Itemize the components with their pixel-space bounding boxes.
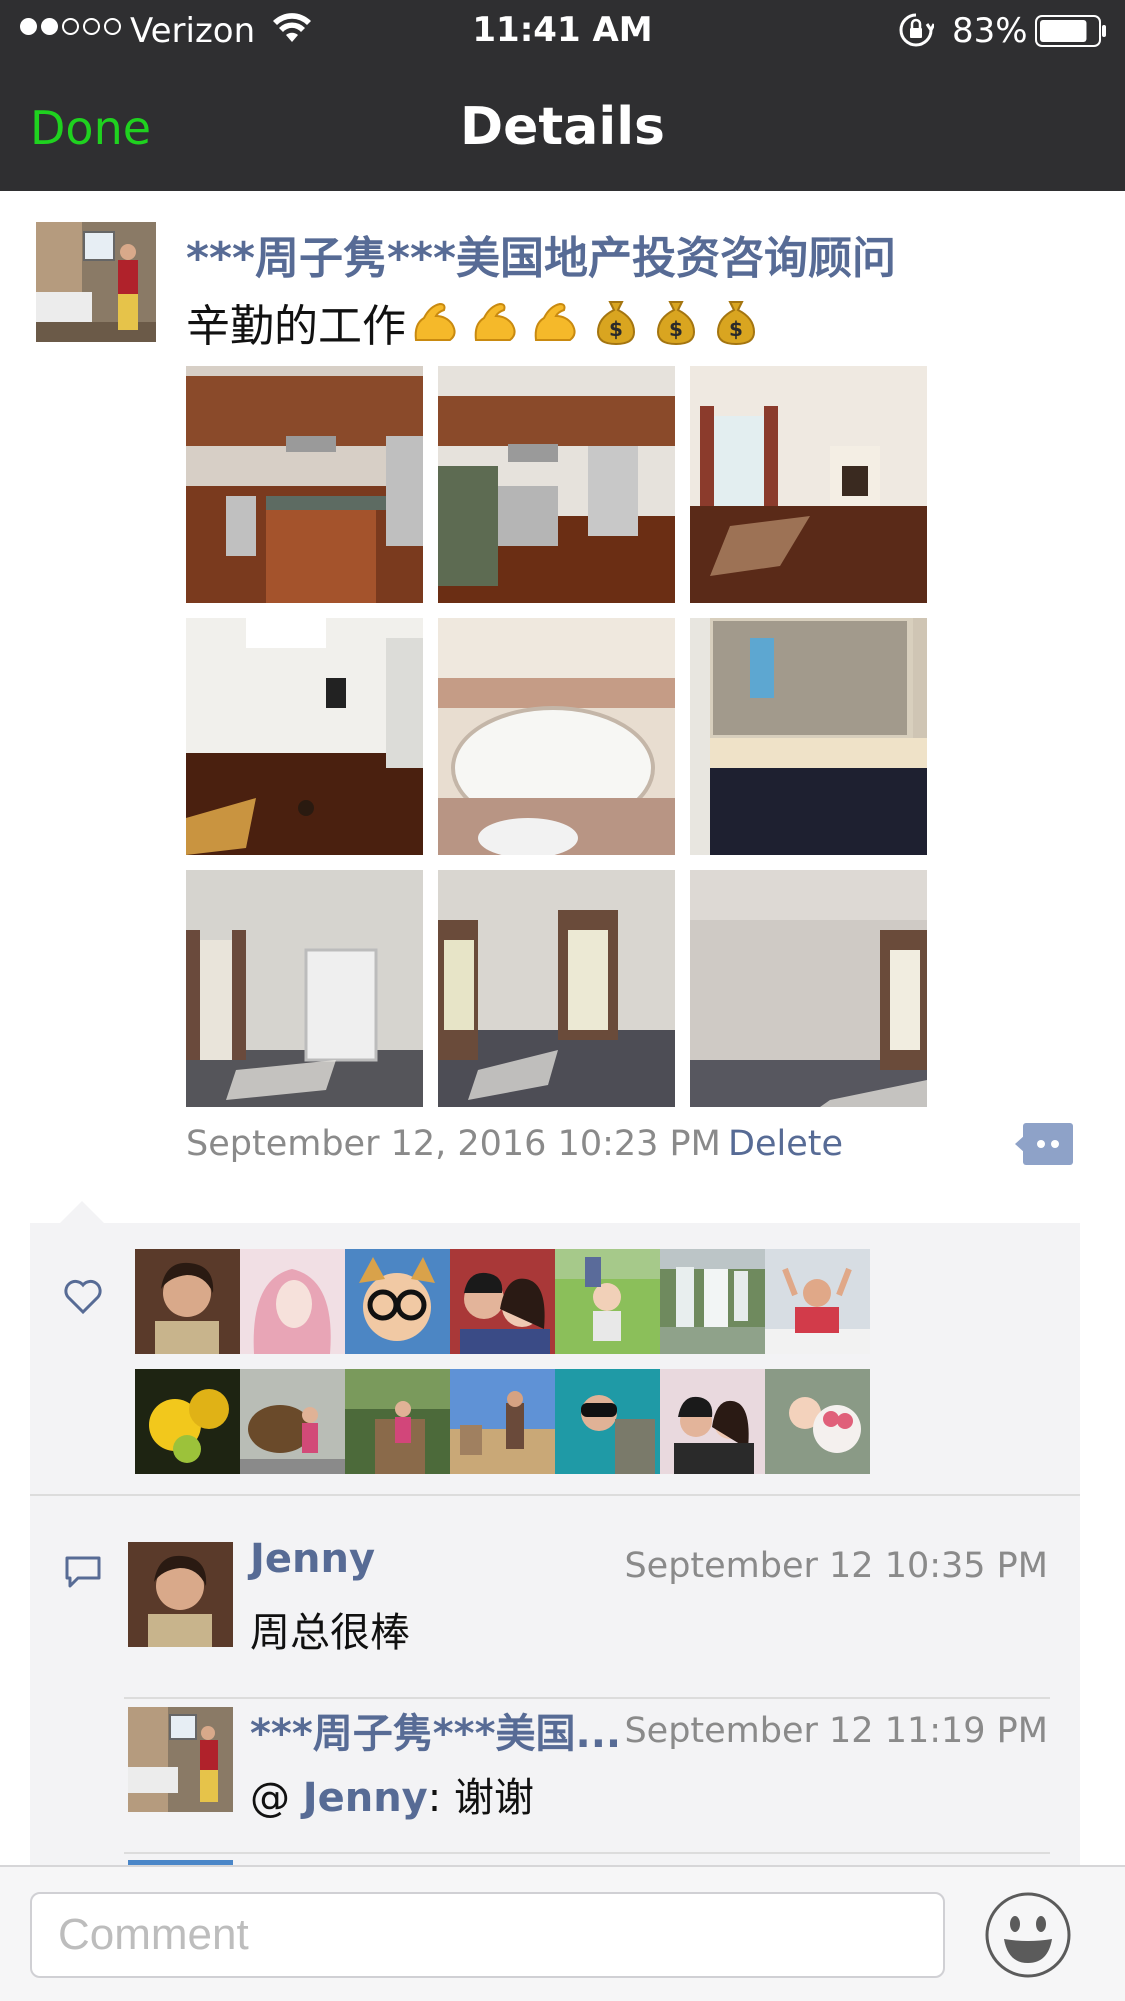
post-photo-bedroom-closet[interactable] <box>186 870 423 1107</box>
comment-icon <box>65 1556 101 1588</box>
navigation-bar: Done Details <box>0 63 1125 191</box>
comment-timestamp: September 12 11:19 PM <box>624 1711 1048 1751</box>
post-photo-bathtub[interactable] <box>438 618 675 855</box>
post-photo-bathroom-vanity[interactable] <box>690 618 927 855</box>
comment-timestamp: September 12 10:35 PM <box>624 1546 1048 1586</box>
comment-text: 周总很棒 <box>250 1610 410 1656</box>
likes-avatar-grid <box>135 1249 870 1489</box>
post-timestamp: September 12, 2016 10:23 PM <box>186 1124 721 1164</box>
like-avatar[interactable] <box>660 1369 765 1474</box>
money-bag-icon: $ <box>596 301 636 346</box>
like-avatar[interactable] <box>660 1249 765 1354</box>
svg-text:$: $ <box>609 317 623 341</box>
post-text: 辛勤的工作 $ $ $ <box>186 290 762 354</box>
delete-button[interactable]: Delete <box>728 1124 843 1164</box>
like-avatar[interactable] <box>240 1369 345 1474</box>
panel-pointer <box>60 1201 104 1223</box>
reply-text: : 谢谢 <box>427 1775 534 1821</box>
more-actions-icon[interactable] <box>1015 1121 1073 1167</box>
money-bag-icon: $ <box>656 301 696 346</box>
reply-mention[interactable]: Jenny <box>303 1775 428 1821</box>
flexed-biceps-icon <box>534 302 576 341</box>
post-emoji-row: $ $ $ <box>410 296 762 348</box>
post-photo-bedroom-empty[interactable] <box>690 870 927 1107</box>
battery-icon <box>1035 15 1106 47</box>
like-avatar[interactable] <box>135 1369 240 1474</box>
money-bag-icon: $ <box>716 301 756 346</box>
comment-input-bar <box>0 1865 1125 2001</box>
page-title: Details <box>460 97 665 157</box>
like-avatar[interactable] <box>345 1369 450 1474</box>
svg-text:$: $ <box>669 317 683 341</box>
post-photo-kitchen-2[interactable] <box>438 366 675 603</box>
comment-input[interactable] <box>30 1892 945 1978</box>
status-bar: Verizon 11:41 AM 83% <box>0 0 1125 63</box>
comment-divider <box>124 1852 1050 1854</box>
post-photo-grid <box>186 366 928 1107</box>
flexed-biceps-icon <box>414 302 456 341</box>
post-photo-living-room-fireplace[interactable] <box>690 366 927 603</box>
post-photo-dining-room[interactable] <box>186 618 423 855</box>
post-author-avatar[interactable] <box>36 222 156 342</box>
battery-percentage: 83% <box>952 11 1028 51</box>
like-avatar[interactable] <box>450 1369 555 1474</box>
comment-divider <box>124 1697 1050 1699</box>
svg-text:$: $ <box>729 317 743 341</box>
like-avatar[interactable] <box>240 1249 345 1354</box>
like-avatar[interactable] <box>555 1249 660 1354</box>
comment-text: @ Jenny: 谢谢 <box>250 1765 534 1823</box>
post-photo-kitchen-1[interactable] <box>186 366 423 603</box>
post-photo-bedroom-windows[interactable] <box>438 870 675 1107</box>
like-avatar[interactable] <box>450 1249 555 1354</box>
like-avatar[interactable] <box>765 1249 870 1354</box>
comment-author-avatar[interactable] <box>128 1707 233 1812</box>
heart-icon <box>64 1279 102 1315</box>
reply-prefix: @ <box>250 1775 303 1821</box>
like-avatar[interactable] <box>555 1369 660 1474</box>
comment-author-name[interactable]: ***周子隽***美国... <box>250 1701 621 1759</box>
emoji-smiley-icon[interactable] <box>984 1891 1072 1979</box>
rotation-lock-icon <box>899 13 934 47</box>
like-avatar[interactable] <box>345 1249 450 1354</box>
post-author-name[interactable]: ***周子隽***美国地产投资咨询顾问 <box>186 222 896 286</box>
like-avatar[interactable] <box>135 1249 240 1354</box>
likes-divider <box>30 1494 1080 1496</box>
comment-author-name[interactable]: Jenny <box>250 1536 375 1582</box>
comment-author-avatar[interactable] <box>128 1542 233 1647</box>
like-avatar[interactable] <box>765 1369 870 1474</box>
comment-item[interactable]: ***周子隽***美国... September 12 11:19 PM @ J… <box>128 1707 1080 1837</box>
flexed-biceps-icon <box>474 302 516 341</box>
comment-item[interactable]: Jenny September 12 10:35 PM 周总很棒 <box>128 1536 1080 1702</box>
post-text-content: 辛勤的工作 <box>186 301 406 352</box>
